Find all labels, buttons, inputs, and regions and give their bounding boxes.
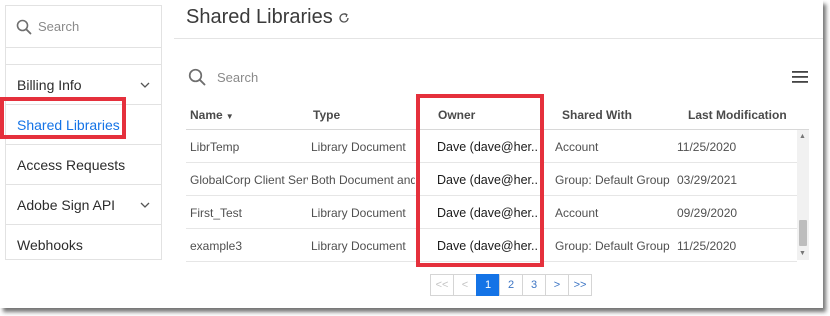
table-search[interactable]: Search xyxy=(188,68,258,86)
pagination: << < 1 2 3 > >> xyxy=(430,274,592,296)
chevron-down-icon xyxy=(140,82,150,88)
column-header-name[interactable]: Name ▼ xyxy=(190,108,234,122)
sidebar-item-access-requests[interactable]: Access Requests xyxy=(6,145,161,185)
page-button-2[interactable]: 2 xyxy=(499,274,523,296)
cell-type: Library Document xyxy=(311,140,406,154)
sidebar-search-placeholder: Search xyxy=(38,19,80,34)
table-search-placeholder: Search xyxy=(217,69,259,85)
page-button-1[interactable]: 1 xyxy=(476,274,500,296)
cell-name: LibrTemp xyxy=(190,140,240,154)
column-header-label: Name xyxy=(190,108,223,122)
sidebar-item-label: Webhooks xyxy=(17,237,83,253)
scroll-down-arrow-icon[interactable]: ▼ xyxy=(799,250,806,257)
page-title: Shared Libraries xyxy=(186,6,350,29)
column-header-type[interactable]: Type xyxy=(313,108,340,122)
sidebar-search[interactable]: Search xyxy=(6,6,161,48)
cell-type: Library Document xyxy=(311,239,406,253)
cell-type: Library Document xyxy=(311,206,406,220)
cell-shared-with: Group: Default Group xyxy=(555,239,670,253)
first-page-button[interactable]: << xyxy=(430,274,454,296)
cell-shared-with: Account xyxy=(555,206,599,220)
sidebar-item-label: Billing Info xyxy=(17,76,82,93)
column-header-shared-with[interactable]: Shared With xyxy=(562,108,632,122)
sidebar-item-webhooks[interactable]: Webhooks xyxy=(6,225,161,265)
header-divider xyxy=(174,38,823,39)
cell-shared-with: Group: Default Group xyxy=(555,173,670,187)
cell-last-modification: 09/29/2020 xyxy=(677,206,738,220)
search-icon xyxy=(16,19,32,34)
cell-last-modification: 11/25/2020 xyxy=(677,239,737,253)
highlight-box-owner-column xyxy=(416,94,544,267)
cell-name: example3 xyxy=(190,239,243,253)
sidebar-item-label: Adobe Sign API xyxy=(17,196,116,213)
sidebar-spacer xyxy=(6,48,161,65)
page-button-3[interactable]: 3 xyxy=(522,274,546,296)
search-icon xyxy=(188,68,206,86)
next-page-button[interactable]: > xyxy=(545,274,569,296)
chevron-down-icon xyxy=(140,202,150,208)
cell-type: Both Document and F... xyxy=(311,173,415,187)
cell-shared-with: Account xyxy=(555,140,599,154)
table-scrollbar[interactable]: ▲ ▼ xyxy=(797,130,809,260)
cell-last-modification: 11/25/2020 xyxy=(677,140,737,154)
highlight-box-sidebar xyxy=(0,97,126,139)
cell-last-modification: 03/29/2021 xyxy=(677,173,738,187)
column-header-last-modification[interactable]: Last Modification xyxy=(688,108,787,122)
sidebar-item-adobe-sign-api[interactable]: Adobe Sign API xyxy=(6,185,161,225)
hamburger-menu-icon[interactable] xyxy=(792,70,808,84)
page-title-text: Shared Libraries xyxy=(186,6,333,28)
prev-page-button[interactable]: < xyxy=(453,274,477,296)
sidebar-item-label: Access Requests xyxy=(17,156,126,173)
scrollbar-thumb[interactable] xyxy=(799,220,807,246)
sort-desc-icon: ▼ xyxy=(225,112,234,121)
refresh-icon[interactable] xyxy=(338,12,350,24)
cell-name: First_Test xyxy=(190,206,243,220)
scroll-up-arrow-icon[interactable]: ▲ xyxy=(799,133,806,140)
cell-name: GlobalCorp Client Serv... xyxy=(190,173,308,187)
last-page-button[interactable]: >> xyxy=(568,274,592,296)
